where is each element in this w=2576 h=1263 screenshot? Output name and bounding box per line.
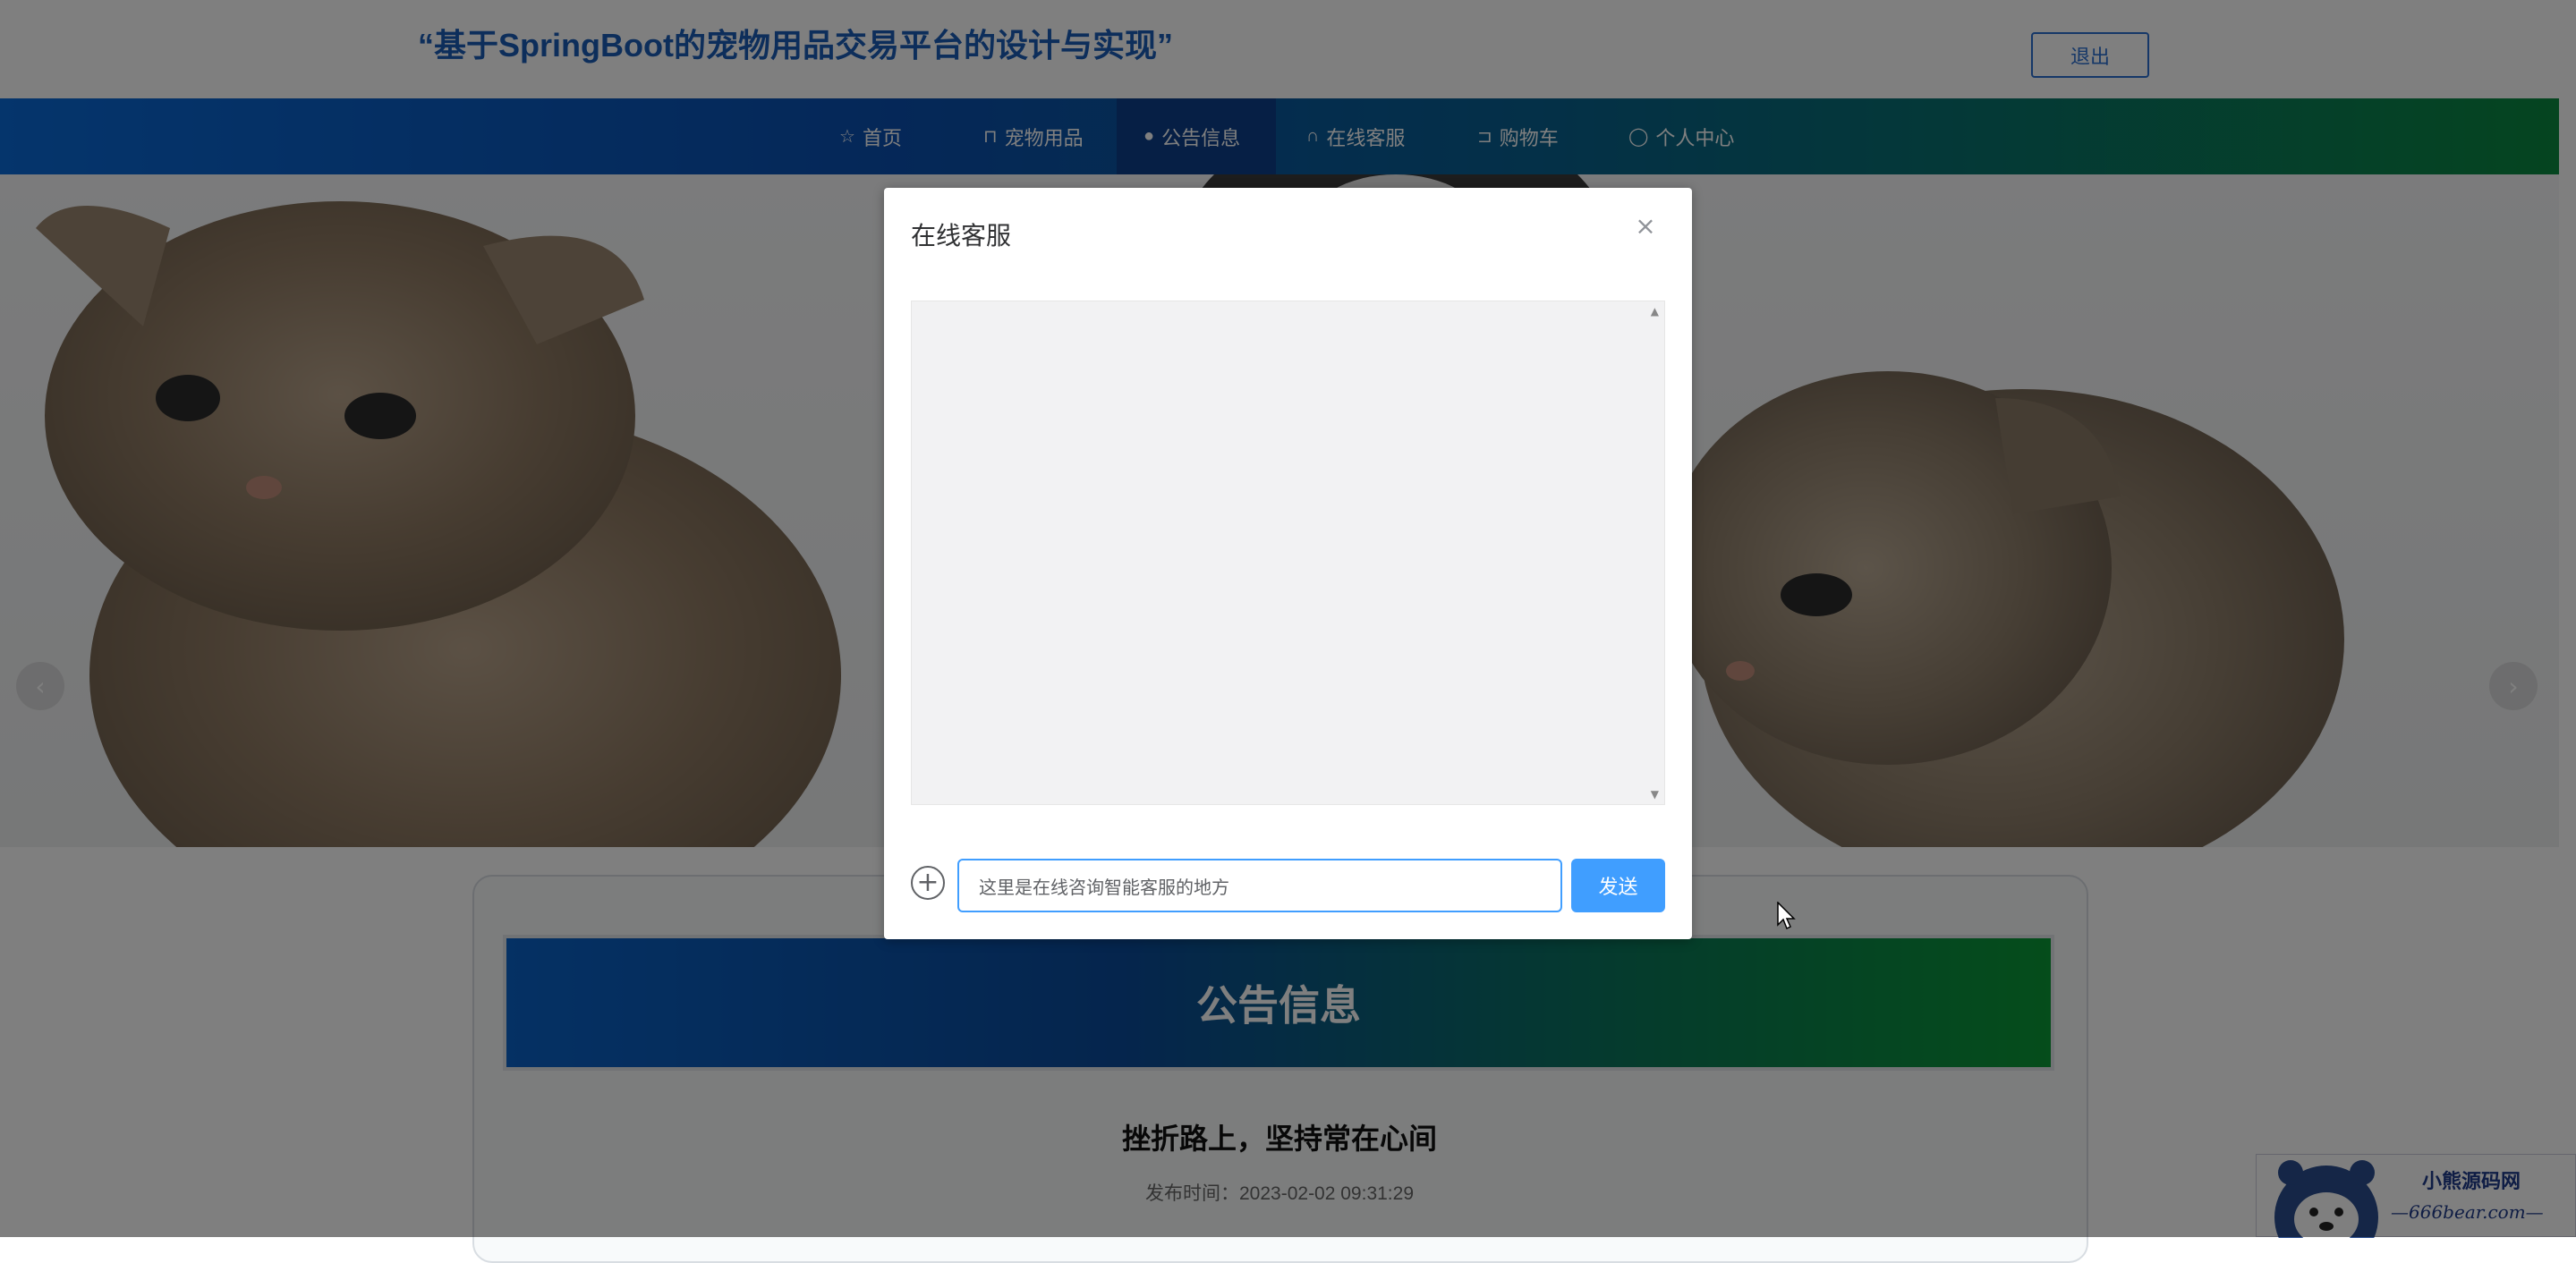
mouse-cursor-icon [1777,902,1796,930]
attach-plus-button[interactable]: + [911,866,945,900]
scroll-up-icon[interactable]: ▲ [1651,305,1659,318]
close-icon[interactable]: × [1632,213,1659,240]
chat-message-area[interactable]: ▲ ▼ [911,301,1665,805]
scroll-down-icon[interactable]: ▼ [1651,788,1659,801]
customer-service-dialog: 在线客服 × ▲ ▼ + 发送 [884,188,1692,939]
dialog-title: 在线客服 [911,222,1012,250]
send-button[interactable]: 发送 [1571,859,1665,912]
chat-message-input[interactable] [957,859,1562,912]
